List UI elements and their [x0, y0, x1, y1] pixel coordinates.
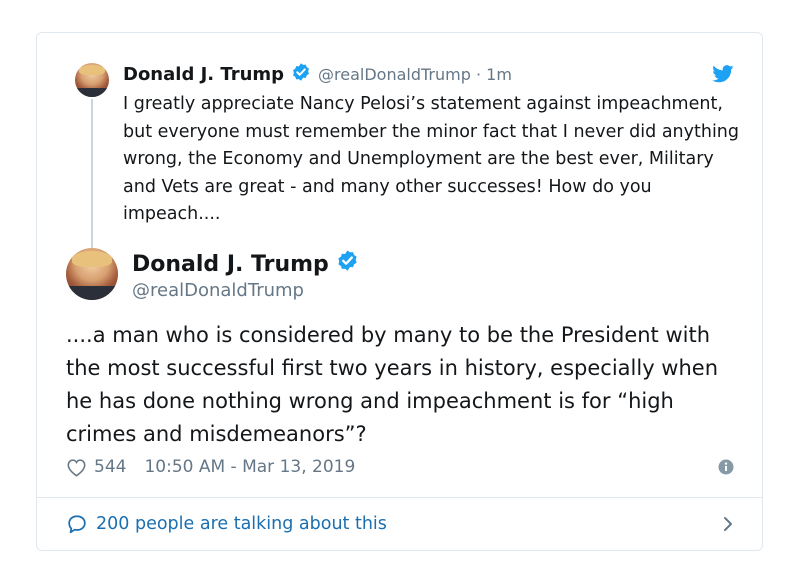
chevron-right-icon[interactable]: [722, 515, 734, 533]
info-icon[interactable]: [718, 459, 734, 475]
main-author-block: Donald J. Trump @realDonaldTrump: [132, 249, 359, 302]
parent-tweet-header: Donald J. Trump @realDonaldTrump · 1m: [123, 63, 512, 85]
verified-badge-icon: [336, 249, 359, 280]
meta-separator: ·: [475, 64, 482, 84]
main-author-avatar[interactable]: [66, 248, 118, 300]
main-author-name-row: Donald J. Trump: [132, 249, 359, 280]
tweet-timestamp[interactable]: 10:50 AM - Mar 13, 2019: [144, 457, 355, 477]
twitter-bird-icon[interactable]: [712, 65, 734, 83]
parent-author-handle[interactable]: @realDonaldTrump: [318, 65, 471, 84]
talking-label: 200 people are talking about this: [96, 514, 387, 534]
parent-tweet-time[interactable]: 1m: [486, 65, 512, 84]
main-author-handle[interactable]: @realDonaldTrump: [132, 280, 359, 302]
embedded-tweet-card: Donald J. Trump @realDonaldTrump · 1m I …: [36, 32, 763, 551]
main-author-name[interactable]: Donald J. Trump: [132, 251, 329, 279]
footer-divider: [37, 497, 762, 498]
parent-tweet-meta: @realDonaldTrump · 1m: [318, 65, 512, 84]
like-count[interactable]: 544: [94, 457, 126, 477]
main-tweet-footer: 544 10:50 AM - Mar 13, 2019: [66, 455, 734, 479]
thread-connector-line: [91, 99, 93, 249]
conversation-link[interactable]: 200 people are talking about this: [66, 511, 734, 537]
main-tweet-text: ....a man who is considered by many to b…: [66, 323, 719, 446]
comment-bubble-icon: [68, 515, 86, 534]
parent-author-name[interactable]: Donald J. Trump: [123, 64, 284, 85]
parent-tweet-text: I greatly appreciate Nancy Pelosi’s stat…: [123, 94, 740, 224]
verified-badge-icon: [291, 62, 311, 86]
parent-author-avatar[interactable]: [75, 63, 109, 97]
heart-icon[interactable]: [66, 458, 87, 477]
